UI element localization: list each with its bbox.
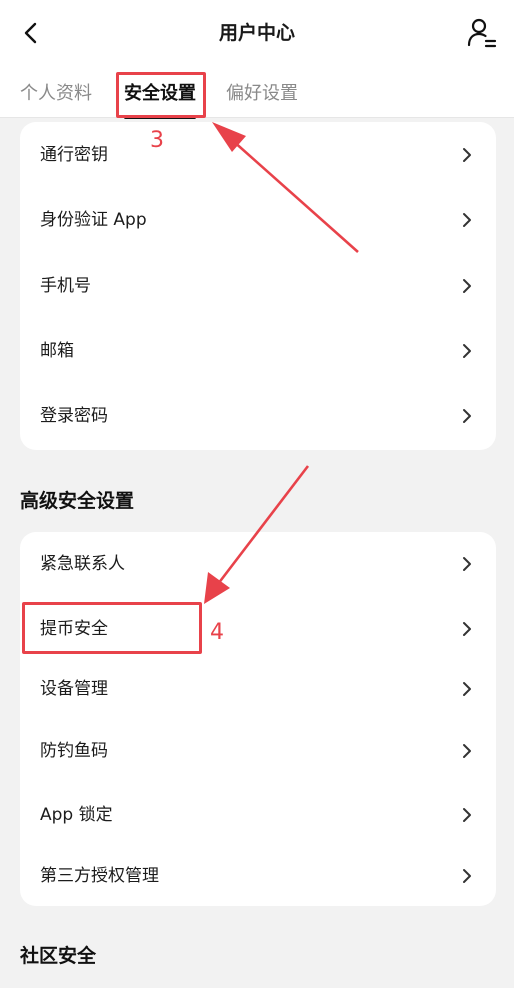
annotation-arrows	[204, 122, 359, 604]
annotation-arrow-3-line	[231, 139, 359, 253]
annotation-arrow-4-line	[216, 465, 310, 585]
annotation-arrow-4-head	[204, 572, 230, 604]
